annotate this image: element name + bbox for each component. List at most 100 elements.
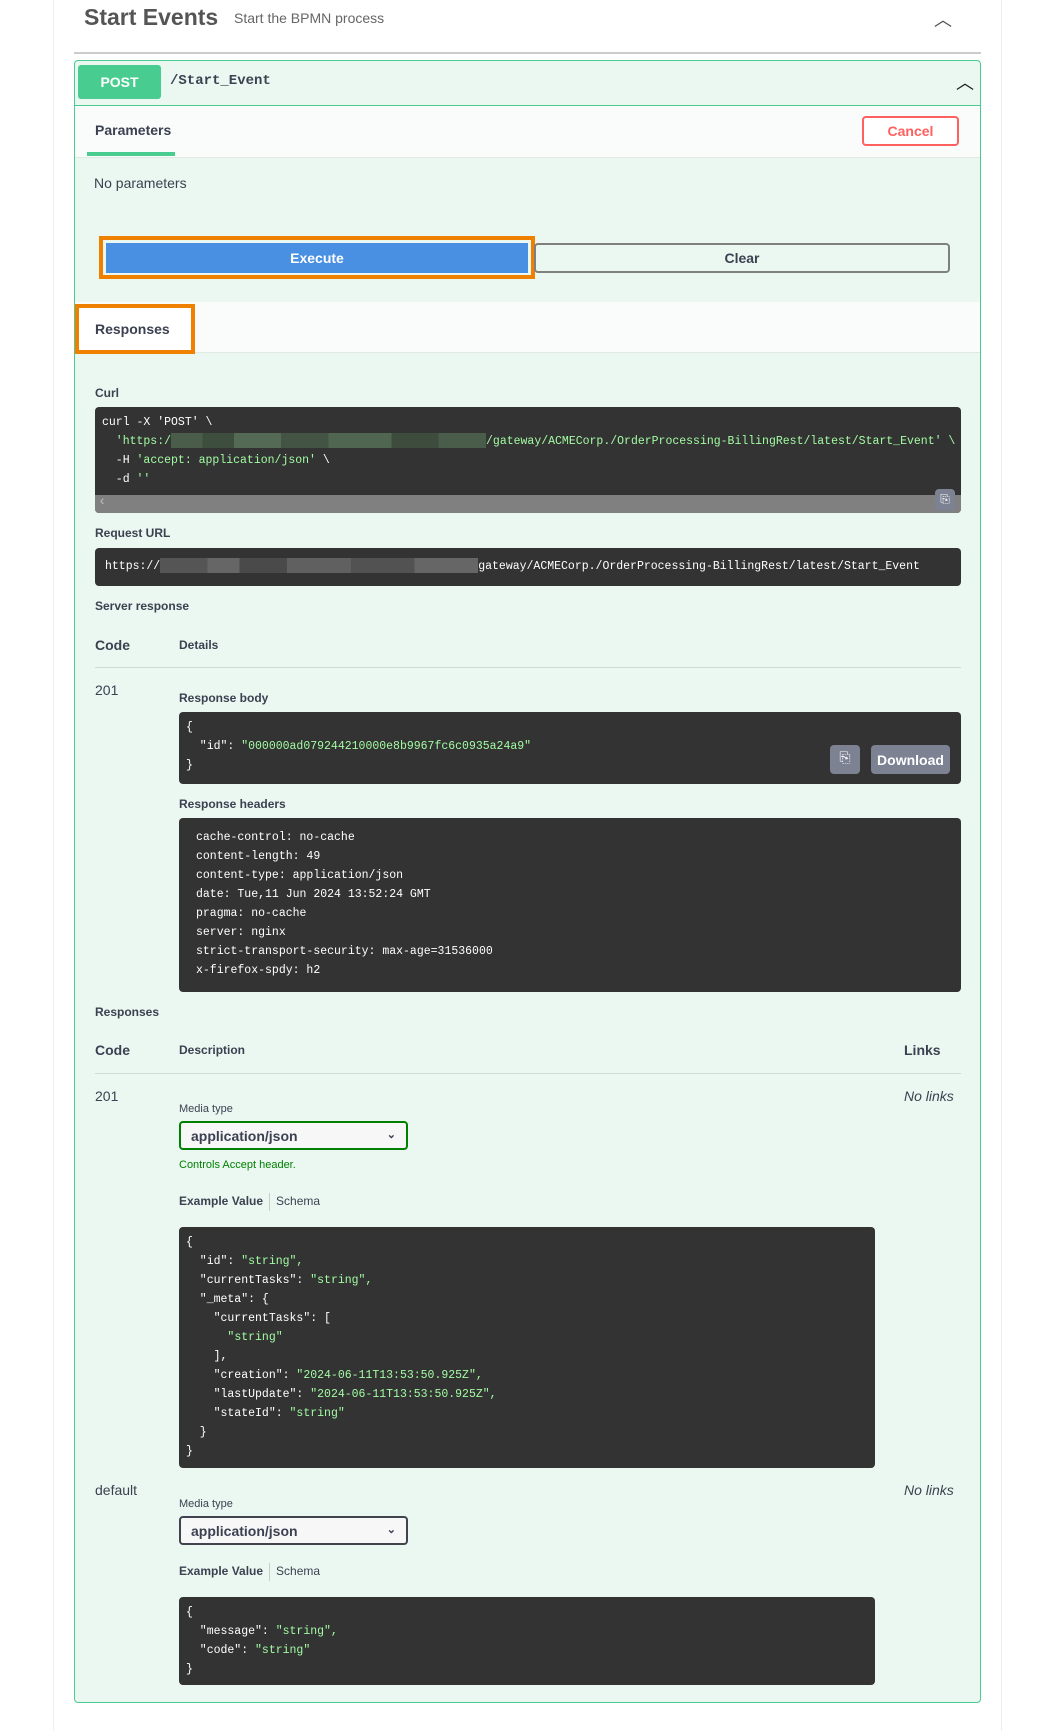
code-line: "message": "string",: [186, 1622, 868, 1641]
no-links-text: No links: [904, 1482, 954, 1498]
response-body-label: Response body: [179, 691, 269, 705]
operation-path[interactable]: /Start_Event: [170, 73, 271, 89]
json-key: ],: [186, 1350, 228, 1363]
response-header-line: cache-control: no-cache: [196, 831, 355, 844]
json-value: "2024-06-11T13:53:50.925Z",: [310, 1388, 497, 1401]
separator: [269, 1563, 271, 1581]
code-header: Code: [95, 637, 130, 653]
json-key: "id":: [186, 740, 242, 753]
request-url-value[interactable]: https:// gateway/ACMECorp./OrderProcessin…: [95, 548, 961, 586]
media-type-select[interactable]: application/json ⌄: [179, 1121, 408, 1150]
curl-label: Curl: [95, 386, 119, 400]
json-value: "string": [255, 1644, 311, 1657]
response-code: 201: [95, 682, 119, 698]
divider: [95, 667, 961, 668]
download-button[interactable]: Download: [871, 745, 950, 774]
url-suffix: gateway/ACMECorp./OrderProcessing-Billin…: [478, 560, 920, 573]
responses-header: [75, 302, 980, 353]
curl-line: /gateway/ACMECorp./OrderProcessing-Billi…: [486, 435, 956, 448]
json-value: "string": [227, 1331, 283, 1344]
json-key: }: [186, 1445, 193, 1458]
operation-block: POST /Start_Event ︿ Parameters Cancel No…: [74, 60, 981, 1703]
code-line: ],: [186, 1347, 868, 1366]
chevron-down-icon: ⌄: [386, 1524, 396, 1536]
media-type-select[interactable]: application/json ⌄: [179, 1516, 408, 1545]
code-line: "currentTasks": "string",: [186, 1271, 868, 1290]
tab-example-value[interactable]: Example Value: [179, 1194, 263, 1208]
response-header-line: x-firefox-spdy: h2: [196, 964, 321, 977]
code-line: "id": "string",: [186, 1252, 868, 1271]
tab-example-value[interactable]: Example Value: [179, 1564, 263, 1578]
json-key: }: [186, 1663, 193, 1676]
clear-button[interactable]: Clear: [534, 243, 950, 273]
page-border-left: [53, 0, 54, 1731]
json-key: "message":: [186, 1625, 276, 1638]
horizontal-scrollbar[interactable]: [95, 493, 961, 513]
json-key: "stateId":: [186, 1407, 290, 1420]
curl-line: '': [136, 473, 151, 486]
response-code: 201: [95, 1088, 119, 1104]
json-key: "id":: [186, 1255, 242, 1268]
json-key: "currentTasks": [: [186, 1312, 331, 1325]
redacted-host: [171, 433, 487, 449]
selected-value: application/json: [191, 1128, 298, 1144]
json-key: {: [186, 1606, 193, 1619]
chevron-up-icon[interactable]: ︿: [934, 6, 952, 32]
code-line: "_meta": {: [186, 1290, 868, 1309]
json-value: "string",: [310, 1274, 373, 1287]
response-header-line: server: nginx: [196, 926, 286, 939]
copy-icon[interactable]: ⎘: [830, 745, 860, 774]
code-line: {: [186, 1233, 868, 1252]
selected-value: application/json: [191, 1523, 298, 1539]
code-line: }: [186, 1442, 868, 1461]
tab-schema[interactable]: Schema: [276, 1194, 320, 1208]
code-line: {: [186, 721, 193, 734]
curl-line: -H: [102, 454, 137, 467]
code-line: "lastUpdate": "2024-06-11T13:53:50.925Z"…: [186, 1385, 868, 1404]
curl-line: \: [315, 454, 330, 467]
code-line: "stateId": "string": [186, 1404, 868, 1423]
example-tabs: Example Value Schema: [179, 1193, 320, 1211]
tab-responses[interactable]: Responses: [75, 304, 195, 354]
json-key: "_meta": {: [186, 1293, 269, 1306]
code-line: }: [186, 1660, 868, 1679]
tab-parameters[interactable]: Parameters: [87, 106, 175, 156]
example-tabs: Example Value Schema: [179, 1563, 320, 1581]
json-value: "string": [289, 1407, 345, 1420]
code-line: {: [186, 1603, 868, 1622]
json-value: "000000ad079244210000e8b9967fc6c0935a24a…: [241, 740, 532, 753]
redacted-host: [160, 558, 479, 574]
json-key: }: [186, 1426, 207, 1439]
response-headers-label: Response headers: [179, 797, 286, 811]
section-title: Start Events: [84, 4, 219, 30]
response-header-line: strict-transport-security: max-age=31536…: [196, 945, 493, 958]
json-key: "creation":: [186, 1369, 297, 1382]
example-value-code[interactable]: { "message": "string", "code": "string"}: [179, 1597, 875, 1685]
chevron-down-icon: ⌄: [386, 1129, 396, 1141]
page-border-right: [1001, 0, 1002, 1731]
divider: [95, 1073, 961, 1074]
example-value-code[interactable]: { "id": "string", "currentTasks": "strin…: [179, 1227, 875, 1468]
responses-label: Responses: [95, 1005, 160, 1019]
curl-code[interactable]: curl -X 'POST' \ 'https:/ /gateway/ACMECo…: [95, 407, 961, 513]
copy-icon[interactable]: ⎘: [935, 489, 955, 511]
json-key: "currentTasks":: [186, 1274, 311, 1287]
cancel-button[interactable]: Cancel: [862, 116, 959, 146]
code-line: }: [186, 1423, 868, 1442]
response-header-line: date: Tue,11 Jun 2024 13:52:24 GMT: [196, 888, 431, 901]
json-value: "string",: [241, 1255, 304, 1268]
execute-button[interactable]: Execute: [106, 243, 528, 273]
no-parameters-text: No parameters: [94, 175, 187, 191]
curl-line: 'https:/: [102, 435, 172, 448]
curl-line: -d: [102, 473, 137, 486]
media-type-label: Media type: [179, 1498, 233, 1510]
chevron-up-icon[interactable]: ︿: [956, 69, 974, 95]
response-headers[interactable]: cache-control: no-cache content-length: 4…: [179, 818, 961, 992]
code-line: "string": [186, 1328, 868, 1347]
response-body[interactable]: { "id": "000000ad079244210000e8b9967fc6c…: [179, 712, 961, 784]
tab-schema[interactable]: Schema: [276, 1564, 320, 1578]
json-value: "2024-06-11T13:53:50.925Z",: [296, 1369, 483, 1382]
method-badge: POST: [78, 65, 161, 99]
no-links-text: No links: [904, 1088, 954, 1104]
code-line: "currentTasks": [: [186, 1309, 868, 1328]
